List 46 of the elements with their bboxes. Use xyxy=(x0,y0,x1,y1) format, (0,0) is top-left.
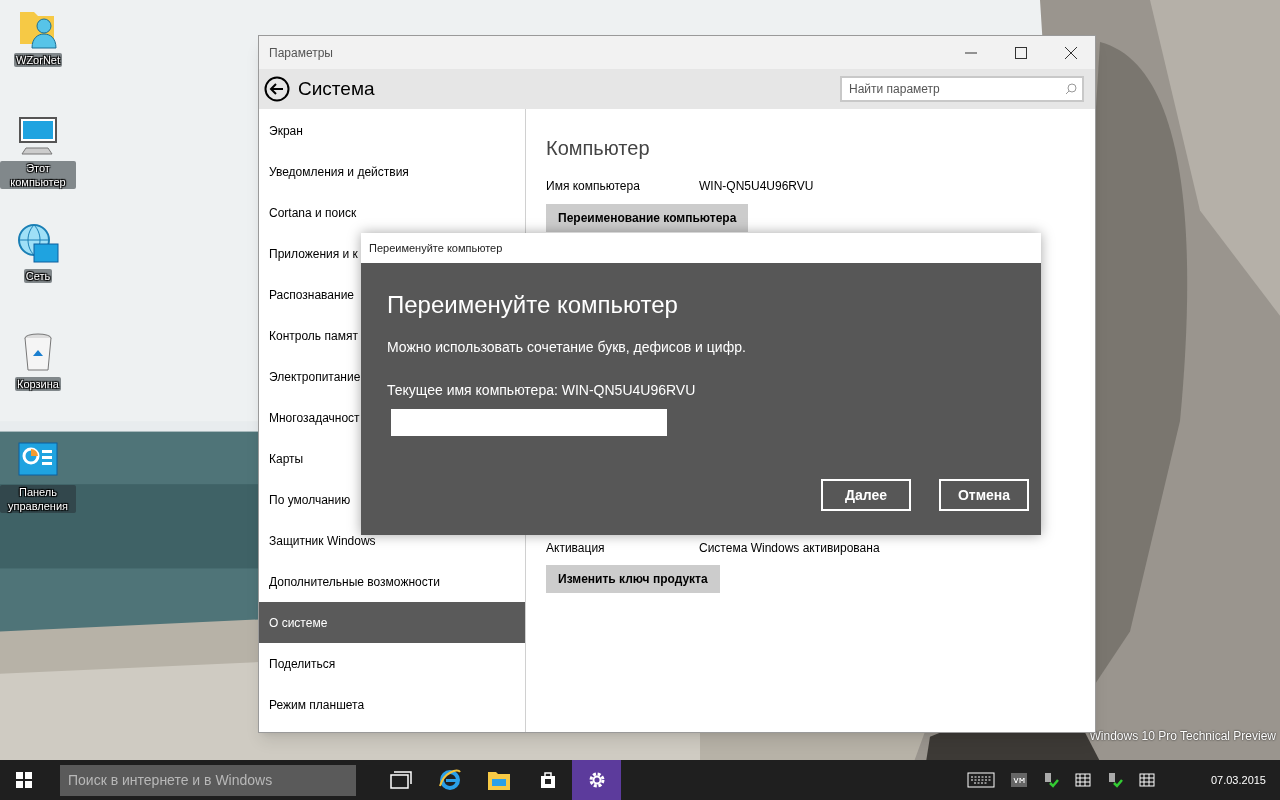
folder-icon[interactable] xyxy=(486,769,511,791)
sidebar-item[interactable]: Уведомления и действия xyxy=(259,151,525,192)
field-label: Имя компьютера xyxy=(546,178,641,195)
keyboard-icon[interactable] xyxy=(966,772,995,788)
sidebar-item[interactable]: О системе xyxy=(259,602,525,643)
sidebar-item[interactable]: Дополнительные возможности xyxy=(259,561,525,602)
shopping-bag-icon[interactable] xyxy=(538,771,557,789)
page-title: Система xyxy=(298,76,376,101)
field-label: Активация xyxy=(546,540,606,557)
current-name-text: Текущее имя компьютера: WIN-QN5U4U96RVU xyxy=(387,381,697,400)
search-icon[interactable] xyxy=(1065,83,1077,95)
dialog-button[interactable]: Далее xyxy=(821,479,911,511)
field-value: WIN-QN5U4U96RVU xyxy=(699,178,814,195)
tray-date[interactable]: 07.03.2015 xyxy=(1210,771,1266,789)
dialog-title: Переименуйте компьютер xyxy=(369,240,503,256)
dialog-hint: Можно использовать сочетание букв, дефисов и цифр. xyxy=(387,338,747,357)
dialog-heading: Переименуйте компьютер xyxy=(387,290,679,320)
desktop-icon-label[interactable]: WZorNet xyxy=(14,53,62,67)
change-key-button[interactable]: Изменить ключ продукта xyxy=(546,565,720,593)
globe-monitor-icon xyxy=(16,222,60,266)
sidebar-item[interactable]: Поделиться xyxy=(259,643,525,684)
section-heading: Компьютер xyxy=(546,136,651,161)
dialog-button[interactable]: Отмена xyxy=(939,479,1029,511)
rename-button[interactable]: Переименование компьютера xyxy=(546,204,749,232)
vm-tray-icon[interactable] xyxy=(1010,773,1027,787)
field-value: Система Windows активирована xyxy=(699,540,880,557)
sidebar-item[interactable]: Режим планшета xyxy=(259,684,525,725)
grid-icon[interactable] xyxy=(1138,773,1155,787)
maximize-icon[interactable] xyxy=(1015,46,1027,59)
window-title: Параметры xyxy=(269,44,334,62)
sidebar-item[interactable]: Экран xyxy=(259,110,525,151)
close-icon[interactable] xyxy=(1065,46,1077,59)
version-text: Windows 10 Pro Technical Preview xyxy=(1089,728,1276,745)
grid-icon[interactable] xyxy=(1074,773,1091,787)
taskbar-app[interactable] xyxy=(572,760,621,800)
search-field[interactable]: Найти параметр xyxy=(840,76,1084,102)
back-icon[interactable] xyxy=(264,76,290,102)
monitor-icon xyxy=(16,114,60,158)
new-name-input[interactable] xyxy=(391,409,667,436)
taskbar-search-field[interactable]: Поиск в интернете и в Windows xyxy=(60,764,356,796)
desktop-icon-label[interactable]: Этот компьютер xyxy=(0,161,76,189)
sidebar-item[interactable]: Cortana и поиск xyxy=(259,192,525,233)
windows-start-icon[interactable] xyxy=(16,772,32,788)
browser-e-icon[interactable] xyxy=(437,768,462,792)
task-view-icon[interactable] xyxy=(389,771,412,789)
desktop-icon-label[interactable]: Панель управления xyxy=(0,485,76,513)
